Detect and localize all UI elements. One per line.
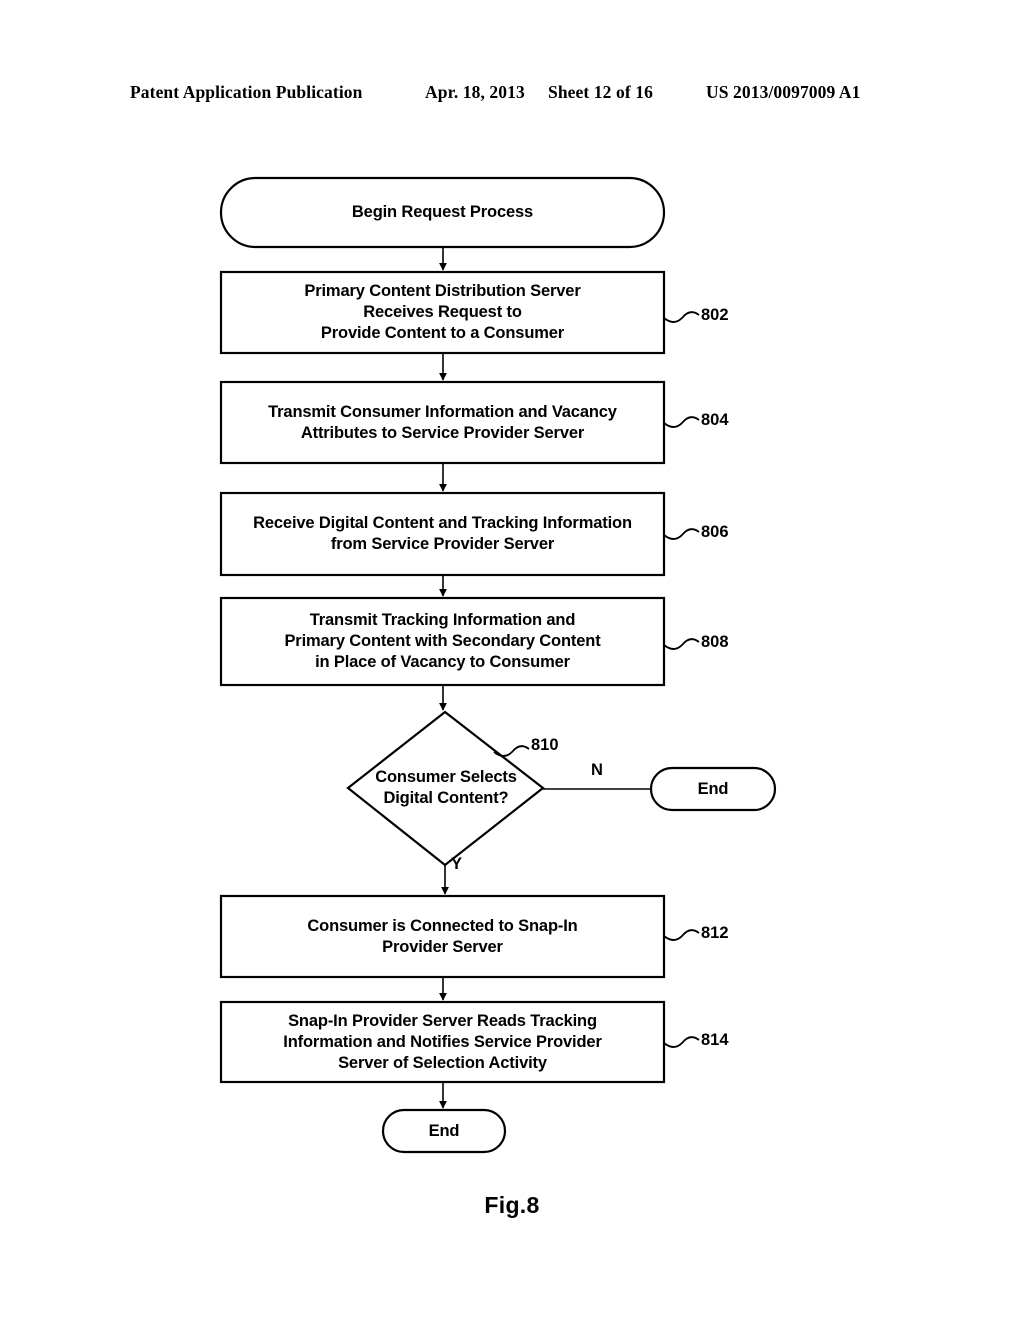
node-802-label: Primary Content Distribution Server Rece…	[304, 282, 581, 342]
leader-814	[663, 1036, 700, 1048]
branch-label-no: N	[591, 761, 603, 779]
leader-808	[663, 638, 700, 650]
node-end-no-label: End	[697, 779, 729, 798]
leader-802	[663, 311, 700, 323]
branch-label-yes: Y	[451, 855, 463, 873]
reference-number-804: 804	[701, 411, 729, 429]
node-begin-label: Begin Request Process	[351, 203, 534, 221]
leader-806	[663, 528, 700, 540]
node-812-label: Consumer is Connected to Snap-In Provide…	[307, 916, 578, 956]
node-808-label: Transmit Tracking Information and Primar…	[284, 611, 601, 671]
node-end-bottom-label: End	[428, 1121, 460, 1140]
figure-caption: Fig.8	[484, 1192, 540, 1218]
reference-number-812: 812	[701, 924, 729, 942]
reference-number-808: 808	[701, 633, 729, 651]
flowchart-diagram: Begin Request Process Primary Content Di…	[0, 0, 1024, 1320]
leader-804	[663, 416, 700, 428]
reference-number-814: 814	[701, 1031, 729, 1049]
node-814-label: Snap-In Provider Server Reads Tracking I…	[283, 1011, 602, 1072]
reference-number-806: 806	[701, 523, 729, 541]
node-806-label: Receive Digital Content and Tracking Inf…	[253, 514, 632, 553]
reference-number-810: 810	[531, 736, 559, 754]
node-810-label: Consumer Selects Digital Content?	[375, 768, 517, 807]
leader-812	[663, 929, 700, 941]
node-804-label: Transmit Consumer Information and Vacanc…	[268, 402, 617, 442]
reference-number-802: 802	[701, 306, 729, 324]
